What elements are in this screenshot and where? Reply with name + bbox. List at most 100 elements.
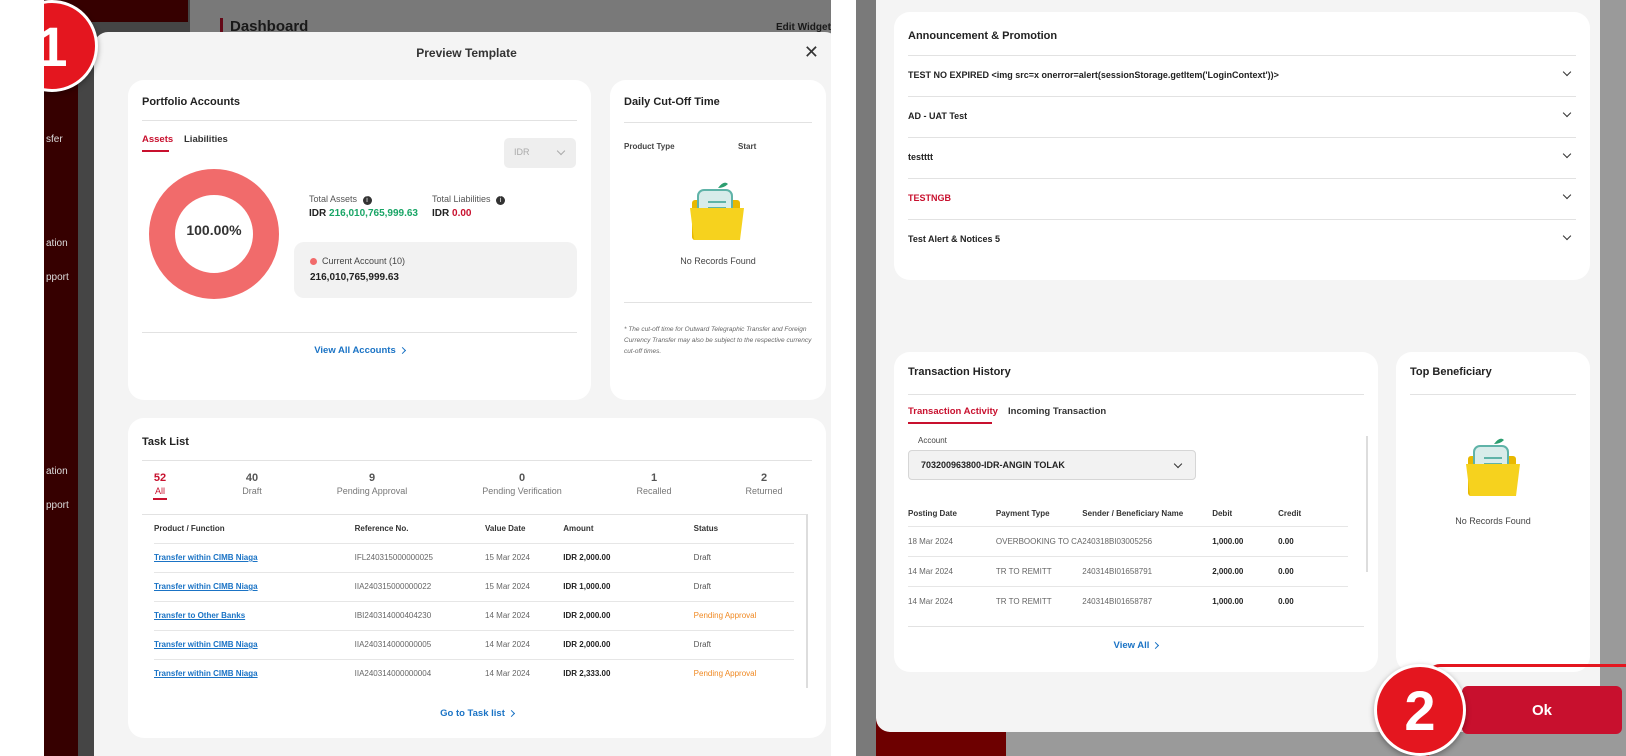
portfolio-title: Portfolio Accounts	[142, 96, 240, 108]
close-icon[interactable]: ✕	[804, 42, 819, 63]
account-name: Current Account (10)	[322, 256, 406, 266]
info-icon[interactable]: i	[362, 196, 372, 205]
task-stat-1[interactable]: 40 Draft	[207, 472, 297, 496]
col-product-type: Product Type	[624, 142, 675, 151]
transaction-date: 14 Mar 2024	[908, 566, 953, 576]
table-row: 14 Mar 2024 TR TO REMITT 240314BI01658791 2…	[908, 556, 1348, 586]
task-amount: IDR 2,000.00	[563, 611, 611, 620]
task-product-link[interactable]: Transfer within CIMB Niaga	[154, 543, 355, 572]
table-row: Transfer within CIMB Niaga IIA24031400000…	[154, 659, 794, 688]
task-stat-count: 0	[518, 472, 526, 484]
column-header: Reference No.	[354, 524, 409, 534]
transaction-history-card: Transaction History Transaction Activity…	[894, 352, 1378, 672]
col-start: Start	[738, 142, 757, 151]
announcement-item[interactable]: AD - UAT Test	[908, 96, 1576, 137]
transaction-name: 240314BI01658787	[1082, 596, 1153, 606]
cutoff-note: * The cut-off time for Outward Telegraph…	[624, 326, 812, 355]
total-assets-label: Total Assets	[309, 194, 358, 204]
transaction-table: Posting Date Payment Type Sender / Benefic…	[908, 502, 1348, 616]
table-header-row: Posting Date Payment Type Sender / Benefic…	[908, 502, 1348, 526]
account-select-value: 703200963800-IDR-ANGIN TOLAK	[921, 460, 1065, 470]
task-ref: IIA240314000000005	[354, 640, 432, 649]
table-row: Transfer to Other Banks IBI24031400040423…	[154, 601, 794, 630]
task-stat-label: All	[154, 486, 165, 496]
task-stat-count: 9	[368, 472, 376, 484]
tab-assets[interactable]: Assets	[142, 134, 173, 145]
task-status: Pending Approval	[693, 669, 757, 679]
column-header: Payment Type	[995, 509, 1050, 519]
chevron-right-icon	[1152, 641, 1160, 650]
task-date: 14 Mar 2024	[485, 611, 530, 620]
account-select[interactable]: 703200963800-IDR-ANGIN TOLAK	[908, 450, 1196, 480]
info-icon[interactable]: i	[496, 196, 506, 205]
task-stat-2[interactable]: 9 Pending Approval	[327, 472, 417, 496]
task-product-link[interactable]: Transfer to Other Banks	[154, 601, 355, 630]
table-row: Transfer within CIMB Niaga IIA24031400000…	[154, 630, 794, 659]
cutoff-empty-text: No Records Found	[680, 256, 756, 266]
announcement-item[interactable]: TESTNGB	[908, 178, 1576, 219]
tab-incoming-transaction[interactable]: Incoming Transaction	[1008, 406, 1106, 417]
cutoff-title: Daily Cut-Off Time	[624, 96, 720, 108]
task-product-link[interactable]: Transfer within CIMB Niaga	[154, 572, 355, 601]
announcement-item[interactable]: TEST NO EXPIRED <img src=x onerror=alert…	[908, 55, 1576, 96]
task-ref: IIA240314000000004	[354, 669, 432, 679]
beneficiary-empty-text: No Records Found	[1455, 516, 1531, 526]
total-liabilities-label: Total Liabilities	[432, 194, 491, 204]
total-liabilities-currency: IDR	[432, 208, 450, 219]
task-product-link[interactable]: Transfer within CIMB Niaga	[154, 659, 355, 688]
task-stat-label: Returned	[745, 486, 783, 496]
table-row: 18 Mar 2024 OVERBOOKING TO CA 240318BI0300…	[908, 526, 1348, 556]
chevron-down-icon	[556, 146, 566, 156]
column-header: Amount	[563, 524, 594, 534]
task-ref: IFL240315000000025	[354, 553, 433, 562]
task-stat-4[interactable]: 1 Recalled	[609, 472, 699, 496]
task-stat-0[interactable]: 52 All	[115, 472, 205, 500]
task-amount: IDR 2,000.00	[563, 553, 611, 562]
task-stat-5[interactable]: 2 Returned	[719, 472, 809, 496]
portfolio-accounts-card: Portfolio Accounts Assets Liabilities ID…	[128, 80, 591, 400]
task-stat-label: Pending Approval	[336, 486, 408, 496]
task-status: Draft	[693, 582, 712, 591]
right-screenshot-panel: Announcement & Promotion TEST NO EXPIRED…	[856, 0, 1626, 756]
task-status: Pending Approval	[693, 611, 757, 620]
announcement-item-label: testttt	[908, 152, 933, 162]
transaction-type: OVERBOOKING TO CA	[995, 536, 1083, 546]
transaction-debit: 1,000.00	[1212, 536, 1244, 546]
preview-template-modal: Preview Template ✕ Portfolio Accounts As…	[94, 32, 831, 756]
announcement-item[interactable]: testttt	[908, 137, 1576, 178]
announcement-item[interactable]: Test Alert & Notices 5	[908, 219, 1576, 260]
tab-liabilities[interactable]: Liabilities	[184, 134, 228, 145]
task-date: 15 Mar 2024	[485, 582, 530, 591]
task-list-card: Task List 52 All 40 Draft 9 Pending Approval 0…	[128, 418, 826, 738]
task-date: 15 Mar 2024	[485, 553, 530, 562]
column-header: Credit	[1278, 509, 1302, 519]
task-amount: IDR 2,000.00	[563, 640, 611, 649]
column-header: Product / Function	[154, 524, 225, 534]
transaction-date: 14 Mar 2024	[908, 596, 953, 606]
task-stat-3[interactable]: 0 Pending Verification	[477, 472, 567, 496]
tab-transaction-activity[interactable]: Transaction Activity	[908, 406, 998, 417]
current-account-summary[interactable]: Current Account (10) 216,010,765,999.63	[294, 242, 577, 298]
task-product-link[interactable]: Transfer within CIMB Niaga	[154, 630, 355, 659]
task-stat-label: Recalled	[636, 486, 672, 496]
transaction-history-title: Transaction History	[908, 366, 1011, 378]
view-all-transactions-link[interactable]: View All	[894, 640, 1378, 651]
task-list-title: Task List	[142, 436, 189, 448]
task-status: Draft	[693, 640, 712, 649]
transaction-type: TR TO REMITT	[995, 596, 1052, 606]
chevron-right-icon	[507, 709, 515, 718]
scrollbar[interactable]	[1366, 436, 1368, 572]
go-to-task-list-link[interactable]: Go to Task list	[128, 708, 826, 719]
transaction-date: 18 Mar 2024	[908, 536, 953, 546]
table-row: Transfer within CIMB Niaga IFL24031500000…	[154, 543, 794, 572]
ok-button[interactable]: Ok	[1462, 686, 1622, 734]
donut-center-label: 100.00%	[186, 222, 242, 238]
view-all-accounts-link[interactable]: View All Accounts	[128, 345, 591, 356]
currency-select[interactable]: IDR	[504, 138, 576, 168]
chevron-down-icon	[1562, 108, 1572, 118]
empty-folder-icon	[1466, 438, 1520, 496]
chevron-down-icon	[1562, 149, 1572, 159]
task-stat-count: 52	[153, 472, 167, 484]
task-date: 14 Mar 2024	[485, 669, 530, 679]
transaction-type: TR TO REMITT	[995, 566, 1052, 576]
